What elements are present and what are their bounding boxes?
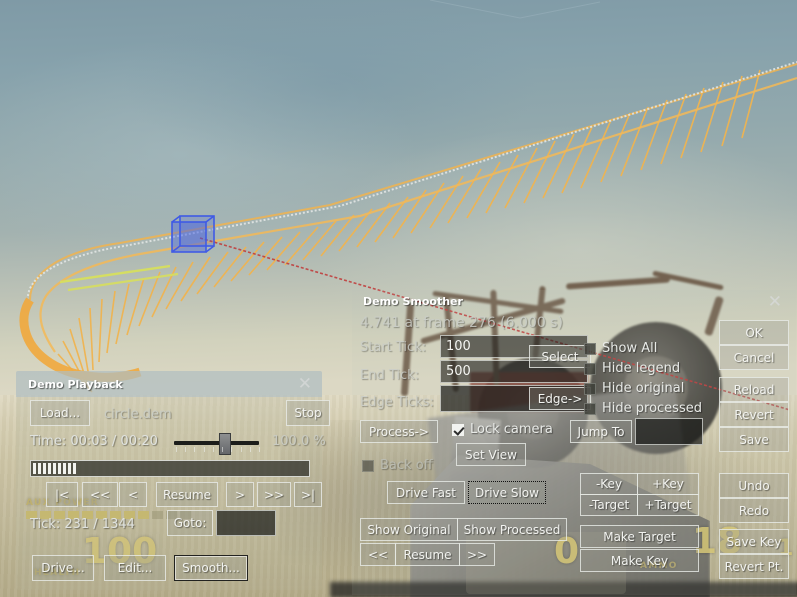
step-forward-button[interactable]: > (226, 482, 254, 507)
playback-tick-label: Tick: 231 / 1344 (30, 517, 135, 532)
speed-slider-track[interactable] (174, 441, 259, 445)
resume-playback-button[interactable]: Resume (156, 482, 218, 507)
revert-point-button[interactable]: Revert Pt. (719, 554, 789, 579)
smoother-status-line: 4.741 at frame 276 (6.000 s) (360, 315, 563, 331)
playback-time-label: Time: 00:03 / 00:20 (30, 434, 158, 449)
process-button[interactable]: Process-> (360, 420, 438, 443)
set-view-button[interactable]: Set View (456, 443, 526, 466)
next-button[interactable]: >> (459, 543, 495, 566)
stop-button[interactable]: Stop (286, 400, 330, 426)
checkbox-box (584, 342, 596, 355)
reload-button[interactable]: Reload (719, 377, 789, 402)
key-minus-button[interactable]: -Key (580, 473, 638, 495)
hide-processed-checkbox[interactable]: Hide processed (584, 401, 702, 416)
jump-to-button[interactable]: Jump To (570, 420, 632, 443)
first-frame-button[interactable]: |< (46, 482, 78, 507)
edge-button[interactable]: Edge-> (529, 387, 591, 410)
application-screen: AUX POWER HEALTH 100 AMMO 18 1 0 Demo Sm… (0, 0, 797, 597)
target-minus-button[interactable]: -Target (580, 494, 638, 516)
checkbox-box (584, 362, 596, 375)
lock-camera-label: Lock camera (470, 422, 553, 437)
hide-original-checkbox[interactable]: Hide original (584, 381, 684, 396)
start-tick-label: Start Tick: (360, 340, 427, 355)
show-all-label: Show All (602, 341, 658, 356)
show-original-button[interactable]: Show Original (360, 518, 458, 541)
key-plus-button[interactable]: +Key (637, 473, 699, 495)
jump-to-input[interactable] (635, 418, 703, 445)
demo-file-name: circle.dem (104, 407, 172, 422)
playback-speed-value: 100.0 % (272, 434, 326, 449)
drive-slow-button[interactable]: Drive Slow (468, 481, 546, 504)
prev-button[interactable]: << (360, 543, 396, 566)
end-tick-label: End Tick: (360, 368, 420, 383)
checkbox-box (584, 382, 596, 395)
lock-camera-checkbox[interactable]: Lock camera (452, 422, 553, 437)
demo-playback-window[interactable]: Demo Playback ✕ Load... circle.dem Stop … (16, 371, 330, 590)
show-all-checkbox[interactable]: Show All (584, 341, 657, 356)
playback-progress-fill (33, 463, 78, 474)
step-back-button[interactable]: < (119, 482, 147, 507)
drive-button[interactable]: Drive... (32, 555, 94, 581)
demo-smoother-window[interactable]: Demo Smoother ✕ 4.741 at frame 276 (6.00… (352, 290, 796, 595)
load-button[interactable]: Load... (30, 400, 90, 426)
edge-ticks-label: Edge Ticks: (360, 395, 434, 410)
last-frame-button[interactable]: >| (294, 482, 322, 507)
hide-legend-checkbox[interactable]: Hide legend (584, 361, 680, 376)
close-icon[interactable]: ✕ (768, 294, 782, 311)
goto-button[interactable]: Goto: (167, 510, 213, 536)
hide-original-label: Hide original (602, 381, 685, 396)
checkbox-box (362, 459, 374, 472)
select-button[interactable]: Select (529, 345, 591, 368)
revert-button[interactable]: Revert (719, 402, 789, 427)
make-target-button[interactable]: Make Target (580, 525, 699, 548)
rewind-button[interactable]: << (82, 482, 118, 507)
speed-slider-ticks (176, 447, 260, 452)
ok-button[interactable]: OK (719, 320, 789, 345)
fast-forward-button[interactable]: >> (257, 482, 291, 507)
drive-fast-button[interactable]: Drive Fast (387, 481, 465, 504)
save-button[interactable]: Save (719, 427, 789, 452)
goto-input[interactable] (216, 510, 276, 536)
hide-legend-label: Hide legend (602, 361, 681, 376)
hide-processed-label: Hide processed (602, 401, 702, 416)
playback-progress-bar[interactable] (30, 460, 310, 477)
close-icon[interactable]: ✕ (298, 376, 312, 393)
smooth-button[interactable]: Smooth... (174, 555, 248, 581)
redo-button[interactable]: Redo (719, 498, 789, 523)
make-key-button[interactable]: Make Key (580, 549, 699, 572)
target-plus-button[interactable]: +Target (637, 494, 699, 516)
resume-button[interactable]: Resume (395, 543, 460, 566)
checkbox-box (584, 402, 596, 415)
demo-playback-title: Demo Playback (28, 378, 123, 391)
demo-smoother-title: Demo Smoother (363, 295, 463, 308)
back-off-checkbox[interactable]: Back off (362, 458, 433, 473)
back-off-label: Back off (380, 458, 433, 473)
checkbox-box (452, 423, 464, 436)
edit-button[interactable]: Edit... (104, 555, 166, 581)
undo-button[interactable]: Undo (719, 473, 789, 498)
save-key-button[interactable]: Save Key (719, 529, 789, 554)
cancel-button[interactable]: Cancel (719, 345, 789, 370)
show-processed-button[interactable]: Show Processed (457, 518, 567, 541)
